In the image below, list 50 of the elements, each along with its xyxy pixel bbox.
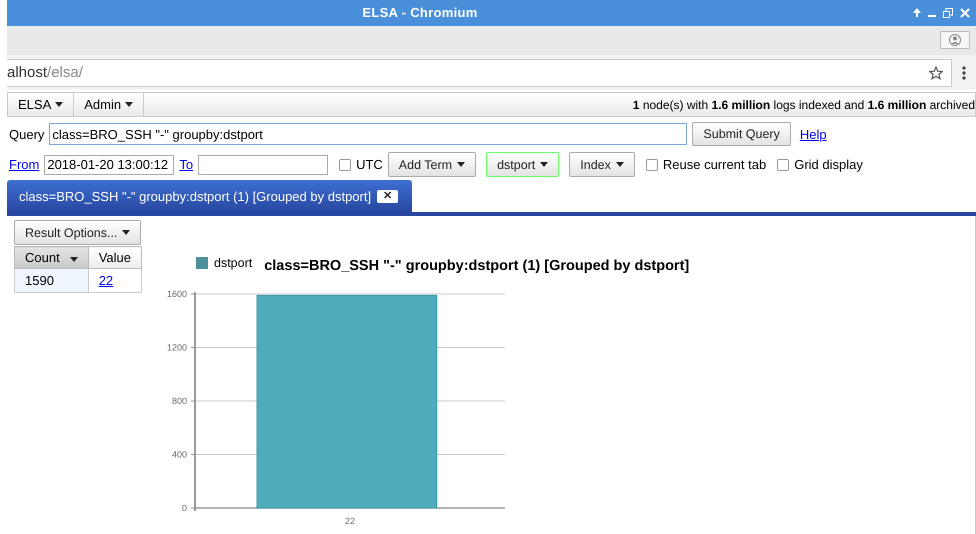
to-link[interactable]: To [179,157,194,172]
address-bar[interactable]: alhost/elsa/ [7,58,952,87]
result-tab[interactable]: class=BRO_SSH "-" groupby:dstport (1) [Grouped by dstport] ✕ [7,180,412,212]
caret-icon [70,257,78,262]
checkbox-label: UTC [356,157,383,172]
caret-icon [616,162,624,168]
checkbox[interactable] [339,158,352,171]
axis-tick-label: 22 [345,516,355,526]
query-field[interactable]: class=BRO_SSH "-" groupby:dstport [49,123,688,146]
restore-icon[interactable] [943,8,953,18]
caret-icon [457,162,466,168]
checkbox[interactable] [646,158,658,171]
value-link[interactable]: 22 [98,273,114,288]
menu-icon[interactable] [962,66,966,80]
result-options-button[interactable]: Result Options... [14,220,142,245]
axis-tick-label: 400 [172,450,187,460]
help-link[interactable]: Help [800,126,827,142]
chart-legend: dstport [196,256,252,270]
person-icon [949,34,961,46]
axis-tick-label: 0 [182,503,187,513]
dropdown-button[interactable]: dstport [486,152,560,178]
close-icon[interactable] [960,8,970,18]
caret-icon [125,102,134,108]
menu-item[interactable]: ELSA [8,93,74,116]
caret-icon [55,102,64,108]
dropdown-button[interactable]: Add Term [388,152,476,178]
caret-icon [540,162,548,168]
query-label: Query [9,126,44,142]
to-field[interactable] [198,154,328,175]
menu-item[interactable]: Admin [74,93,144,116]
axis-tick-label: 800 [172,396,187,406]
star-icon[interactable] [929,66,943,80]
checkbox-label: Reuse current tab [662,157,766,172]
axis-tick-label: 1600 [166,289,187,299]
profile-button[interactable] [940,31,970,50]
from-link[interactable]: From [9,157,40,172]
axis-tick-label: 1200 [166,342,187,352]
close-tab-button[interactable]: ✕ [377,190,398,203]
caret-icon [122,230,130,235]
column-header[interactable]: Count [14,246,88,268]
chart-title: class=BRO_SSH "-" groupby:dstport (1) [Grouped by dstport] [264,258,690,274]
submit-button[interactable]: Submit Query [692,122,791,146]
status-text: 1 node(s) with 1.6 million logs indexed and 1.6 million archived [632,98,975,112]
from-field[interactable]: 2018-01-20 13:00:12 [44,154,174,175]
checkbox-label: Grid display [794,157,863,172]
checkbox[interactable] [777,158,790,171]
column-header[interactable]: Value [88,246,142,268]
table-cell: 1590 [14,268,88,292]
window-title: ELSA - Chromium [361,5,479,20]
dropdown-button[interactable]: Index [569,152,635,178]
